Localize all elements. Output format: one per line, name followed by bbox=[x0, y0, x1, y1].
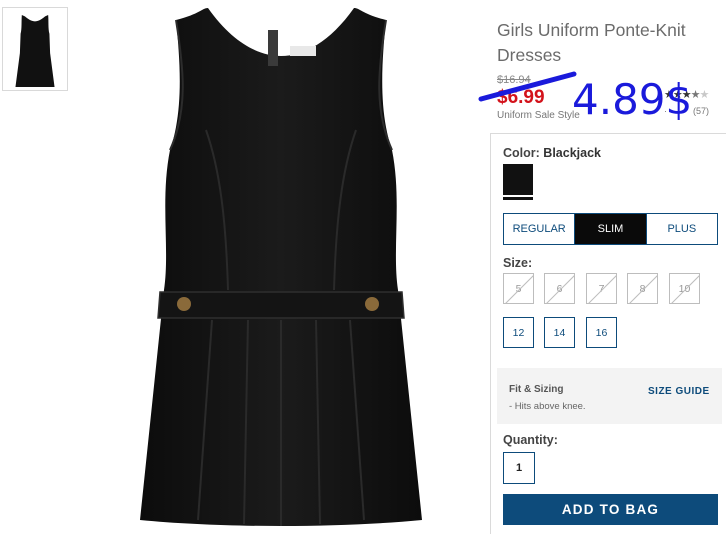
size-label-14: 14 bbox=[553, 326, 566, 339]
size-option-14[interactable]: 14 bbox=[544, 317, 575, 348]
size-option-12[interactable]: 12 bbox=[503, 317, 534, 348]
fit-sizing-title: Fit & Sizing bbox=[509, 384, 564, 395]
size-label-16: 16 bbox=[595, 326, 608, 339]
color-swatch-selected-indicator bbox=[503, 197, 533, 200]
add-to-bag-button[interactable]: ADD TO BAG bbox=[503, 494, 718, 525]
product-title: Girls Uniform Ponte-Knit Dresses bbox=[497, 20, 686, 65]
fit-type-selector: REGULAR SLIM PLUS bbox=[503, 213, 718, 245]
quantity-input[interactable]: 1 bbox=[503, 452, 535, 484]
size-label: Size: bbox=[503, 256, 533, 270]
options-panel-left-border bbox=[490, 134, 491, 534]
color-label: Color: Blackjack bbox=[503, 146, 601, 160]
price-strike-annotation bbox=[478, 71, 577, 102]
fit-sizing-panel: Fit & Sizing - Hits above knee. SIZE GUI… bbox=[497, 368, 722, 424]
dress-thumbnail-image bbox=[15, 14, 55, 87]
fit-slim-button[interactable]: SLIM bbox=[575, 214, 647, 244]
annotated-price: 4.89$ bbox=[572, 75, 693, 124]
sale-style-label: Uniform Sale Style bbox=[497, 110, 580, 121]
color-value: Blackjack bbox=[543, 146, 601, 160]
size-option-10-unavailable[interactable]: 10 bbox=[669, 273, 700, 304]
size-option-5-unavailable[interactable]: 5 bbox=[503, 273, 534, 304]
size-option-7-unavailable[interactable]: 7 bbox=[586, 273, 617, 304]
fit-sizing-note: - Hits above knee. bbox=[509, 401, 586, 412]
size-guide-link[interactable]: SIZE GUIDE bbox=[648, 386, 710, 397]
fit-plus-button[interactable]: PLUS bbox=[647, 214, 717, 244]
fit-regular-button[interactable]: REGULAR bbox=[504, 214, 576, 244]
size-label-12: 12 bbox=[512, 326, 525, 339]
options-panel-top-border bbox=[490, 133, 726, 134]
size-option-6-unavailable[interactable]: 6 bbox=[544, 273, 575, 304]
quantity-label: Quantity: bbox=[503, 433, 558, 447]
color-label-text: Color: bbox=[503, 146, 540, 160]
rating-count[interactable]: (57) bbox=[693, 106, 709, 116]
size-option-16[interactable]: 16 bbox=[586, 317, 617, 348]
product-thumbnail[interactable] bbox=[2, 7, 68, 91]
color-swatch-blackjack[interactable] bbox=[503, 164, 533, 195]
product-hero-image bbox=[140, 8, 422, 526]
size-option-8-unavailable[interactable]: 8 bbox=[627, 273, 658, 304]
